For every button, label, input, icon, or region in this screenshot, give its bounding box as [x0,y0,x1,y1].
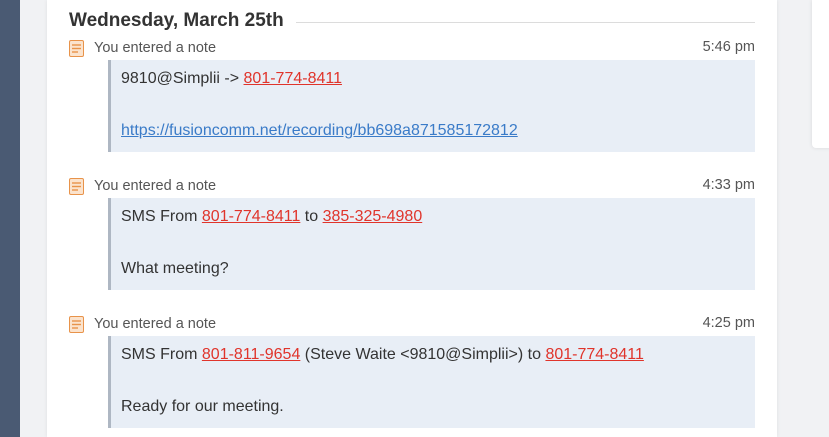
note-body: 9810@Simplii -> 801-774-8411 https://fus… [108,60,755,152]
phone-link-to[interactable]: 385-325-4980 [323,208,423,225]
left-sidebar-rail [0,0,20,437]
phone-link-from[interactable]: 801-811-9654 [202,346,300,363]
phone-link-from[interactable]: 801-774-8411 [202,208,300,225]
note-message: Ready for our meeting. [121,398,284,415]
timeline-entry: You entered a note 4:25 pm SMS From 801-… [69,314,755,428]
note-body: SMS From 801-811-9654 (Steve Waite <9810… [108,336,755,428]
note-text: 9810@Simplii -> [121,70,244,87]
day-divider [295,21,755,23]
phone-link-to[interactable]: 801-774-8411 [545,346,643,363]
entry-header: You entered a note 4:25 pm [69,314,755,334]
activity-timeline-card: Wednesday, March 25th You entered a note… [47,0,777,437]
note-text: to [300,208,323,225]
note-line: SMS From 801-811-9654 (Steve Waite <9810… [121,342,745,368]
day-title: Wednesday, March 25th [69,10,284,31]
entry-time: 4:25 pm [702,315,755,331]
day-header: Wednesday, March 25th [69,8,755,34]
entry-label: You entered a note [94,40,217,56]
note-icon [69,39,84,57]
timeline-entry: You entered a note 4:33 pm SMS From 801-… [69,176,755,290]
entry-label: You entered a note [94,316,217,332]
note-line: SMS From 801-774-8411 to 385-325-4980 [121,204,745,230]
note-icon [69,315,84,333]
note-body: SMS From 801-774-8411 to 385-325-4980 Wh… [108,198,755,290]
entry-time: 5:46 pm [702,39,755,55]
timeline-entry: You entered a note 5:46 pm 9810@Simplii … [69,38,755,152]
note-line: 9810@Simplii -> 801-774-8411 [121,66,745,92]
note-text: SMS From [121,208,202,225]
note-line: https://fusioncomm.net/recording/bb698a8… [121,118,745,144]
side-panel-card [812,0,829,148]
entry-time: 4:33 pm [702,177,755,193]
entry-header: You entered a note 5:46 pm [69,38,755,58]
entry-label: You entered a note [94,178,217,194]
phone-link[interactable]: 801-774-8411 [244,70,342,87]
note-icon [69,177,84,195]
recording-link[interactable]: https://fusioncomm.net/recording/bb698a8… [121,122,518,139]
note-text: (Steve Waite <9810@Simplii>) to [300,346,546,363]
entry-header: You entered a note 4:33 pm [69,176,755,196]
note-message: What meeting? [121,260,229,277]
note-text: SMS From [121,346,202,363]
